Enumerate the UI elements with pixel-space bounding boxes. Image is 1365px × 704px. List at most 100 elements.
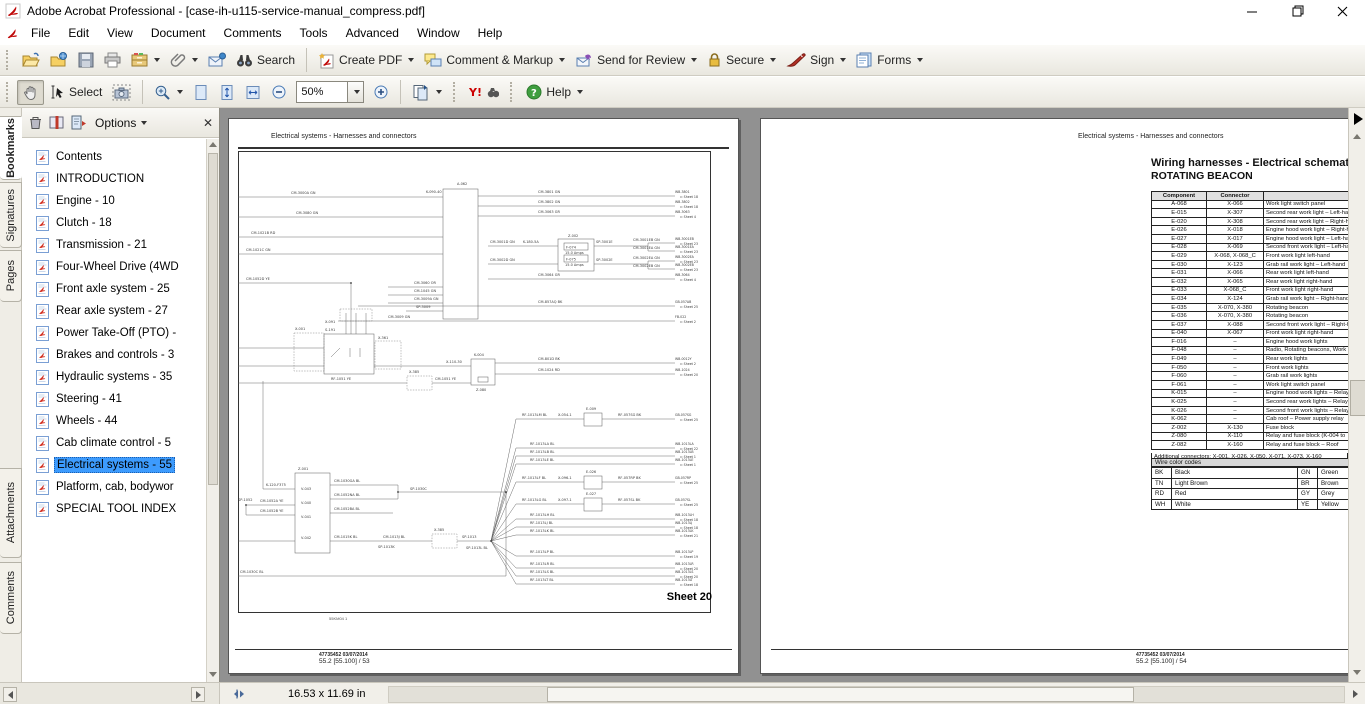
print-button[interactable] bbox=[99, 48, 126, 72]
secure-button[interactable]: Secure bbox=[702, 48, 781, 72]
pane-toggle-icon[interactable] bbox=[228, 687, 246, 701]
bookmark-item[interactable]: Wheels - 44 bbox=[36, 411, 119, 431]
open-web-button[interactable] bbox=[45, 48, 73, 72]
select-tool-button[interactable]: Select bbox=[44, 80, 107, 104]
page-display-button[interactable] bbox=[407, 80, 447, 105]
tab-bookmarks[interactable]: Bookmarks bbox=[0, 116, 22, 180]
menu-advanced[interactable]: Advanced bbox=[337, 24, 408, 42]
actual-size-button[interactable] bbox=[188, 80, 214, 105]
bookmark-item[interactable]: Hydraulic systems - 35 bbox=[36, 367, 174, 387]
restore-button[interactable] bbox=[1275, 0, 1320, 22]
bookmark-item[interactable]: Cab climate control - 5 bbox=[36, 433, 173, 453]
menu-tools[interactable]: Tools bbox=[291, 24, 337, 42]
svg-text:⇐ Sheet 18: ⇐ Sheet 18 bbox=[680, 583, 698, 587]
bookmark-item[interactable]: Brakes and controls - 3 bbox=[36, 345, 176, 365]
bookmark-item[interactable]: Clutch - 18 bbox=[36, 213, 114, 233]
snapshot-button[interactable] bbox=[107, 80, 136, 105]
bookmark-item[interactable]: Front axle system - 25 bbox=[36, 279, 172, 299]
toolbar-grip[interactable] bbox=[510, 82, 516, 102]
organizer-button[interactable] bbox=[126, 48, 165, 72]
svg-text:X-110-30: X-110-30 bbox=[446, 360, 462, 364]
comment-markup-button[interactable]: Comment & Markup bbox=[419, 48, 570, 72]
tab-comments[interactable]: Comments bbox=[0, 562, 22, 634]
pdf-page-54[interactable]: Electrical systems - Harnesses and conne… bbox=[760, 118, 1365, 674]
menu-view[interactable]: View bbox=[98, 24, 142, 42]
bookmarks-scrollbar[interactable] bbox=[206, 139, 219, 682]
table-row: F-061–Work light switch panel bbox=[1152, 381, 1365, 390]
menu-file[interactable]: File bbox=[22, 24, 59, 42]
help-button[interactable]: ? Help bbox=[521, 80, 588, 104]
hand-tool-button[interactable] bbox=[17, 80, 44, 105]
fit-width-button[interactable] bbox=[240, 80, 266, 105]
horizontal-scroll-thumb[interactable] bbox=[547, 687, 1134, 702]
yahoo-search-button[interactable]: Y! bbox=[464, 81, 504, 103]
minimize-button[interactable] bbox=[1230, 0, 1275, 22]
delete-bookmark-icon[interactable] bbox=[28, 115, 43, 130]
tab-attachments[interactable]: Attachments bbox=[0, 468, 22, 558]
zoom-in-button[interactable] bbox=[368, 80, 394, 104]
bookmarks-scroll-thumb[interactable] bbox=[208, 153, 218, 485]
bookmark-item[interactable]: Engine - 10 bbox=[36, 191, 117, 211]
scroll-down-icon[interactable] bbox=[209, 672, 217, 677]
menu-window[interactable]: Window bbox=[408, 24, 469, 42]
options-caret bbox=[141, 121, 147, 125]
panel-close-icon[interactable]: ✕ bbox=[203, 116, 213, 130]
menu-document[interactable]: Document bbox=[142, 24, 215, 42]
sign-button[interactable]: Sign bbox=[781, 48, 851, 72]
close-button[interactable] bbox=[1320, 0, 1365, 22]
tab-pages[interactable]: Pages bbox=[0, 250, 22, 302]
bookmark-item[interactable]: Contents bbox=[36, 147, 104, 167]
bookmark-item[interactable]: Electrical systems - 55 bbox=[36, 455, 175, 475]
attach-button[interactable] bbox=[165, 48, 203, 72]
attach-caret bbox=[192, 58, 198, 62]
table-row: Z-080X-110Relay and fuse block (K-004 to bbox=[1152, 432, 1365, 441]
panel-hscrollbar[interactable] bbox=[0, 683, 220, 704]
vertical-scroll-thumb[interactable] bbox=[1350, 380, 1365, 416]
scroll-up-button[interactable] bbox=[1349, 128, 1365, 144]
new-bookmark-icon[interactable] bbox=[71, 115, 87, 130]
vertical-scrollbar[interactable] bbox=[1348, 108, 1365, 682]
menu-edit[interactable]: Edit bbox=[59, 24, 98, 42]
toolbar-grip[interactable] bbox=[453, 82, 459, 102]
pdf-page-53[interactable]: Electrical systems - Harnesses and conne… bbox=[228, 118, 739, 674]
svg-text:GB-057SL: GB-057SL bbox=[675, 498, 691, 502]
tab-signatures[interactable]: Signatures bbox=[0, 182, 22, 248]
panel-scroll-left-button[interactable] bbox=[3, 687, 17, 702]
zoom-level-input[interactable]: 50% bbox=[296, 81, 348, 103]
toolbar-grip[interactable] bbox=[6, 50, 12, 70]
bookmark-item[interactable]: Steering - 41 bbox=[36, 389, 124, 409]
scroll-down-button[interactable] bbox=[1349, 664, 1365, 680]
menu-help[interactable]: Help bbox=[469, 24, 512, 42]
bookmark-item[interactable]: Transmission - 21 bbox=[36, 235, 149, 255]
help-icon: ? bbox=[526, 84, 542, 100]
send-review-button[interactable]: Send for Review bbox=[570, 48, 702, 72]
panel-scroll-right-button[interactable] bbox=[191, 687, 205, 702]
menu-comments[interactable]: Comments bbox=[215, 24, 291, 42]
horizontal-scrollbar[interactable] bbox=[388, 686, 1345, 703]
forms-button[interactable]: Forms bbox=[851, 48, 928, 72]
bookmark-item[interactable]: INTRODUCTION bbox=[36, 169, 146, 189]
search-button[interactable]: Search bbox=[231, 48, 300, 72]
scroll-up-icon[interactable] bbox=[209, 142, 217, 147]
bookmark-item[interactable]: Platform, cab, bodywor bbox=[36, 477, 176, 497]
table-row: E-035X-070, X-380Rotating beacon bbox=[1152, 303, 1365, 312]
bookmark-item[interactable]: SPECIAL TOOL INDEX bbox=[36, 499, 178, 519]
zoom-out-button[interactable] bbox=[266, 80, 292, 104]
hscroll-right-button[interactable] bbox=[1348, 686, 1363, 701]
fit-page-button[interactable] bbox=[214, 80, 240, 105]
open-button[interactable] bbox=[17, 48, 45, 72]
save-button[interactable] bbox=[73, 48, 99, 72]
options-menu-button[interactable]: Options bbox=[95, 116, 147, 130]
toolbar-grip[interactable] bbox=[6, 82, 12, 102]
email-button[interactable] bbox=[203, 48, 231, 72]
bookmark-item[interactable]: Four-Wheel Drive (4WD bbox=[36, 257, 181, 277]
bookmark-item[interactable]: Power Take-Off (PTO) - bbox=[36, 323, 178, 343]
create-pdf-button[interactable]: Create PDF bbox=[313, 48, 419, 73]
bookmark-item[interactable]: Rear axle system - 27 bbox=[36, 301, 170, 321]
svg-text:CM-3009A GN: CM-3009A GN bbox=[414, 297, 439, 301]
zoom-dropdown-button[interactable] bbox=[348, 81, 364, 103]
expand-bookmark-icon[interactable] bbox=[49, 115, 65, 130]
zoom-tool-button[interactable] bbox=[149, 80, 188, 105]
show-pane-icon[interactable] bbox=[1354, 113, 1363, 125]
svg-text:RF-057RP BK: RF-057RP BK bbox=[618, 476, 641, 480]
